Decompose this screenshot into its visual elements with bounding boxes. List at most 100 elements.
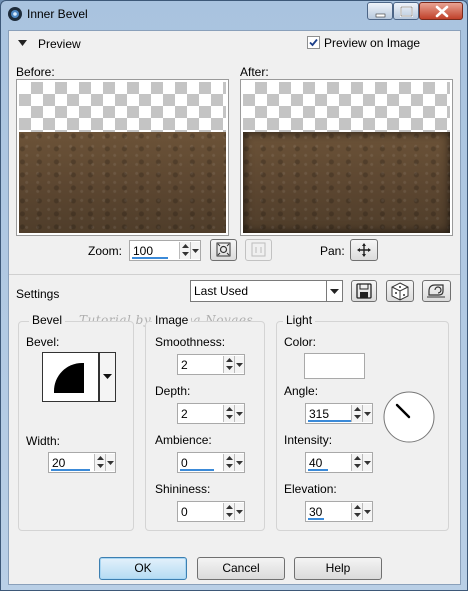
spin-down-icon[interactable]	[353, 462, 362, 470]
spin-down-icon[interactable]	[225, 511, 234, 519]
cancel-button[interactable]: Cancel	[197, 557, 285, 580]
intensity-slider-dropdown[interactable]	[362, 454, 372, 471]
zoom-spin-arrows[interactable]	[179, 242, 190, 259]
chevron-down-icon	[107, 461, 114, 465]
actual-size-icon	[251, 242, 266, 257]
spin-down-icon[interactable]	[225, 462, 234, 470]
spin-up-icon[interactable]	[181, 242, 190, 250]
after-texture-image	[243, 132, 450, 233]
color-label: Color:	[284, 335, 317, 349]
bevel-shape-icon	[54, 363, 84, 393]
preset-combo[interactable]: Last Used	[190, 280, 343, 302]
help-button[interactable]: Help	[294, 557, 382, 580]
depth-slider-dropdown[interactable]	[234, 405, 244, 422]
after-label: After:	[240, 65, 269, 79]
spin-up-icon[interactable]	[225, 405, 234, 413]
spin-down-icon[interactable]	[353, 511, 362, 519]
collapse-arrow-icon[interactable]	[18, 40, 28, 48]
bevel-group: Bevel Bevel: Width: 20	[18, 313, 134, 531]
angle-dial[interactable]	[382, 390, 436, 444]
zoom-to-fit-button[interactable]	[210, 239, 237, 261]
chevron-down-icon	[330, 289, 339, 294]
bevel-shape-preview[interactable]	[42, 352, 99, 402]
width-value: 20	[52, 456, 66, 470]
spin-up-icon[interactable]	[225, 454, 234, 462]
spin-up-icon[interactable]	[225, 503, 234, 511]
shininess-label: Shininess:	[155, 482, 211, 496]
before-texture-image	[19, 132, 226, 233]
spin-up-icon[interactable]	[353, 405, 362, 413]
depth-spinbox[interactable]: 2	[177, 403, 245, 424]
spin-down-icon[interactable]	[353, 413, 362, 421]
width-spinbox[interactable]: 20	[48, 452, 116, 473]
preview-on-image-checkbox[interactable]	[307, 36, 320, 49]
ambience-bar	[180, 469, 214, 471]
spin-down-icon[interactable]	[225, 364, 234, 372]
shininess-spinbox[interactable]: 0	[177, 501, 245, 522]
app-icon	[8, 7, 22, 21]
smoothness-value: 2	[181, 358, 188, 372]
move-icon	[357, 243, 371, 257]
intensity-spinbox[interactable]: 40	[305, 452, 373, 473]
actual-size-button[interactable]	[245, 239, 272, 261]
ambience-spin-arrows[interactable]	[223, 454, 234, 471]
smoothness-spin-arrows[interactable]	[223, 356, 234, 373]
ambience-slider-dropdown[interactable]	[234, 454, 244, 471]
smoothness-slider-dropdown[interactable]	[234, 356, 244, 373]
width-slider-dropdown[interactable]	[105, 454, 115, 471]
window-title: Inner Bevel	[27, 7, 88, 21]
save-preset-button[interactable]	[351, 280, 377, 302]
chevron-down-icon	[236, 461, 243, 465]
before-preview[interactable]	[16, 79, 229, 236]
bevel-shape-label: Bevel:	[26, 335, 60, 349]
shininess-spin-arrows[interactable]	[223, 503, 234, 520]
spin-up-icon[interactable]	[225, 356, 234, 364]
preset-dropdown[interactable]	[326, 281, 342, 301]
reset-defaults-button[interactable]	[422, 280, 451, 302]
chevron-down-icon	[364, 412, 371, 416]
spin-up-icon[interactable]	[353, 454, 362, 462]
depth-value: 2	[181, 407, 188, 421]
intensity-label: Intensity:	[284, 433, 333, 447]
angle-spin-arrows[interactable]	[351, 405, 362, 422]
transparency-checker	[19, 82, 226, 132]
angle-value: 315	[309, 407, 330, 421]
shininess-slider-dropdown[interactable]	[234, 503, 244, 520]
angle-spinbox[interactable]: 315	[305, 403, 373, 424]
close-button[interactable]	[419, 2, 463, 20]
maximize-button[interactable]	[393, 2, 419, 20]
title-bar[interactable]: Inner Bevel	[1, 1, 467, 29]
width-spin-arrows[interactable]	[94, 454, 105, 471]
spin-down-icon[interactable]	[225, 413, 234, 421]
elevation-slider-dropdown[interactable]	[362, 503, 372, 520]
elevation-spin-arrows[interactable]	[351, 503, 362, 520]
depth-spin-arrows[interactable]	[223, 405, 234, 422]
elevation-bar	[308, 518, 324, 520]
angle-slider-dropdown[interactable]	[362, 405, 372, 422]
spin-down-icon[interactable]	[181, 250, 190, 258]
pan-button[interactable]	[350, 239, 378, 261]
chevron-down-icon	[236, 412, 243, 416]
minimize-button[interactable]	[367, 2, 393, 20]
after-preview[interactable]	[240, 79, 453, 236]
zoom-spinbox[interactable]: 100	[129, 240, 201, 261]
smoothness-spinbox[interactable]: 2	[177, 354, 245, 375]
section-divider	[9, 274, 460, 275]
chevron-down-icon	[364, 461, 371, 465]
image-group-title: Image	[152, 313, 192, 327]
spin-up-icon[interactable]	[96, 454, 105, 462]
preview-on-image-label[interactable]: Preview on Image	[324, 36, 420, 50]
randomize-button[interactable]	[386, 280, 414, 302]
ok-button[interactable]: OK	[99, 557, 187, 580]
chevron-down-icon	[103, 374, 112, 379]
spin-up-icon[interactable]	[353, 503, 362, 511]
dice-icon	[391, 282, 409, 301]
elevation-spinbox[interactable]: 30	[305, 501, 373, 522]
bevel-shape-dropdown[interactable]	[99, 352, 116, 402]
light-color-swatch[interactable]	[304, 353, 365, 379]
intensity-spin-arrows[interactable]	[351, 454, 362, 471]
spin-down-icon[interactable]	[96, 462, 105, 470]
zoom-dropdown[interactable]	[190, 242, 200, 259]
ambience-spinbox[interactable]: 0	[177, 452, 245, 473]
zoom-fit-icon	[216, 242, 231, 257]
